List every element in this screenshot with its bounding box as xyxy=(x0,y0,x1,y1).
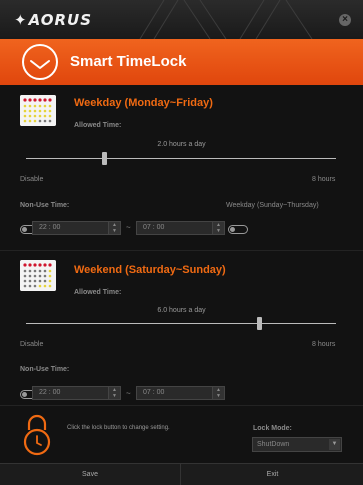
calendar-icon xyxy=(20,260,56,291)
button-bar: Save Exit xyxy=(0,463,363,485)
weekend-end-time[interactable]: 07 : 00 ▲ ▼ xyxy=(136,386,225,400)
lock-icon[interactable] xyxy=(20,414,54,456)
weekday-allowed-value: 2.0 hours a day xyxy=(157,141,206,148)
weekend-allowed-label: Allowed Time: xyxy=(74,289,122,296)
weekday-min-label: Disable xyxy=(20,176,44,183)
lock-panel: Click the lock button to change setting.… xyxy=(0,405,363,463)
aorus-logo: ✦AORUS xyxy=(14,11,93,29)
clock-icon xyxy=(22,44,58,80)
smart-timelock-window: ✦AORUS × Smart TimeLock Weekday (Monday~… xyxy=(0,0,363,485)
weekend-allowed-value: 6.0 hours a day xyxy=(157,307,206,314)
weekday-start-spinner[interactable]: ▲ ▼ xyxy=(108,222,120,234)
weekday-nouse-label: Non-Use Time: xyxy=(20,202,70,209)
chevron-down-icon[interactable]: ▼ xyxy=(329,439,340,450)
exit-button[interactable]: Exit xyxy=(182,464,363,485)
weekend-min-label: Disable xyxy=(20,341,44,348)
weekday-time-separator: ~ xyxy=(126,223,131,232)
weekday-nouse-toggle-label: Weekday (Sunday~Thursday) xyxy=(226,202,319,209)
weekend-title: Weekend (Saturday~Sunday) xyxy=(74,264,226,276)
weekend-slider-thumb[interactable] xyxy=(256,317,262,330)
weekend-time-separator: ~ xyxy=(126,389,131,398)
save-button[interactable]: Save xyxy=(0,464,181,485)
weekday-slider-thumb[interactable] xyxy=(101,152,107,165)
lock-hint: Click the lock button to change setting. xyxy=(67,425,170,431)
calendar-icon xyxy=(20,95,56,126)
weekday-allowed-label: Allowed Time: xyxy=(74,122,122,129)
weekend-end-spinner[interactable]: ▲ ▼ xyxy=(212,387,224,399)
weekend-start-spinner[interactable]: ▲ ▼ xyxy=(108,387,120,399)
weekday-section: Weekday (Monday~Friday) Allowed Time: 2.… xyxy=(0,85,363,250)
close-button[interactable]: × xyxy=(339,14,351,26)
header-banner: Smart TimeLock xyxy=(0,39,363,85)
weekend-start-time[interactable]: 22 : 00 ▲ ▼ xyxy=(32,386,121,400)
weekday-title: Weekday (Monday~Friday) xyxy=(74,97,213,109)
weekend-section: Weekend (Saturday~Sunday) Allowed Time: … xyxy=(0,250,363,405)
weekday-end-time[interactable]: 07 : 00 ▲ ▼ xyxy=(136,221,225,235)
weekend-nouse-label: Non-Use Time: xyxy=(20,366,70,373)
weekday-time-slider[interactable] xyxy=(26,158,336,159)
lock-mode-select[interactable]: ShutDown ▼ xyxy=(252,437,342,452)
weekend-time-slider[interactable] xyxy=(26,323,336,324)
weekday-day-toggle[interactable] xyxy=(228,225,248,234)
title-bar-decoration xyxy=(139,0,313,39)
weekday-end-spinner[interactable]: ▲ ▼ xyxy=(212,222,224,234)
weekend-max-label: 8 hours xyxy=(312,341,336,348)
close-icon: × xyxy=(342,14,348,25)
weekday-max-label: 8 hours xyxy=(312,176,336,183)
lock-mode-label: Lock Mode: xyxy=(253,425,292,432)
weekday-start-time[interactable]: 22 : 00 ▲ ▼ xyxy=(32,221,121,235)
title-bar: ✦AORUS × xyxy=(0,0,363,39)
page-title: Smart TimeLock xyxy=(70,53,187,70)
